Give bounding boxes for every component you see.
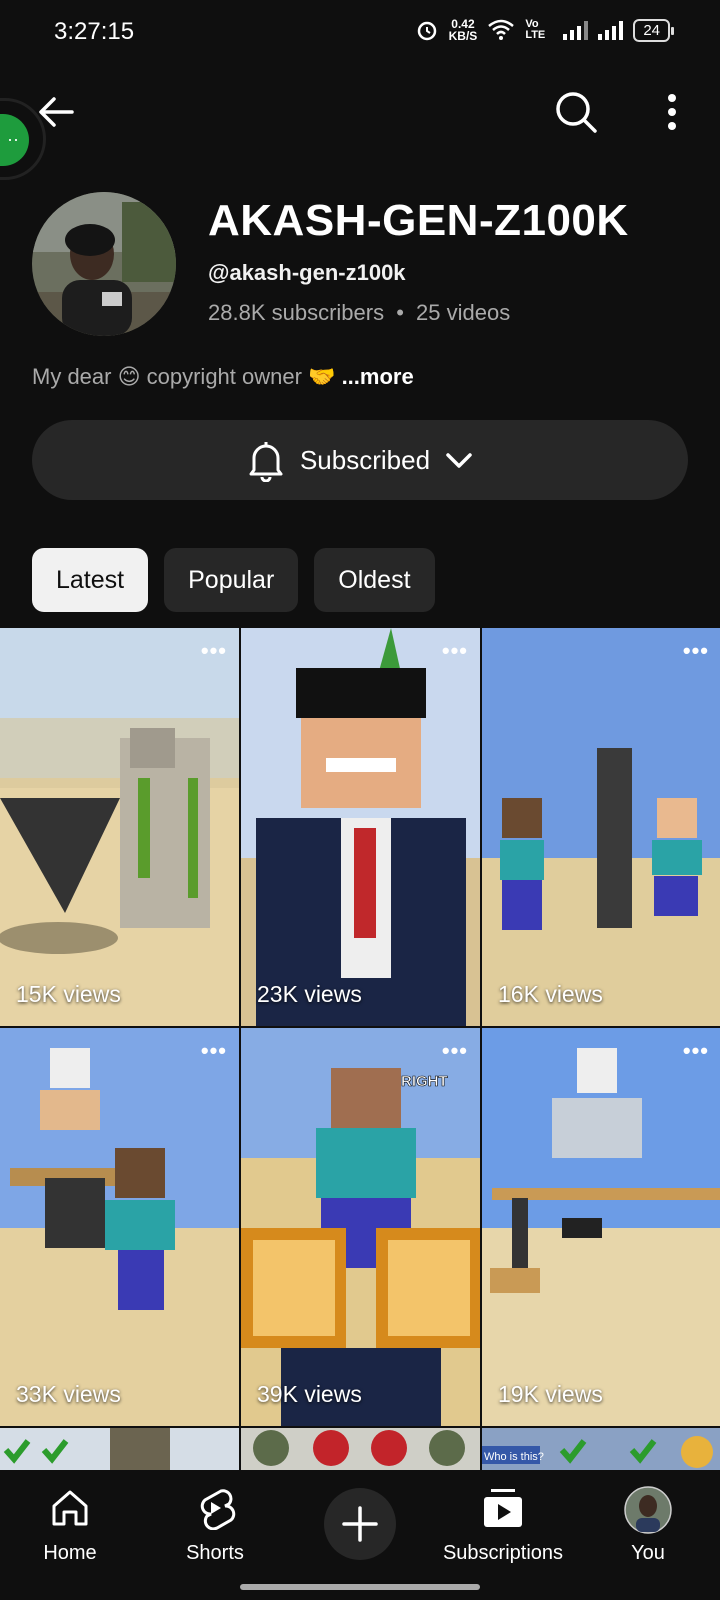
short-menu-icon[interactable]: ••• [683,1038,709,1064]
subscribed-button[interactable]: Subscribed [32,420,688,500]
chip-oldest[interactable]: Oldest [314,548,435,612]
chip-popular[interactable]: Popular [164,548,299,612]
short-menu-icon[interactable]: ••• [442,638,468,664]
description-text: My dear 😊 copyright owner 🤝 [32,364,336,389]
short-thumbnail [0,1028,239,1426]
channel-handle: @akash-gen-z100k [208,260,406,285]
plus-icon [342,1506,378,1542]
short-thumbnail [241,1428,480,1470]
short-menu-icon[interactable]: ••• [442,1038,468,1064]
nav-subscriptions[interactable]: Subscriptions [438,1486,568,1565]
nav-home-label: Home [43,1542,97,1564]
create-button[interactable] [324,1488,396,1560]
short-thumbnail [482,1028,720,1426]
search-icon[interactable] [552,88,600,136]
top-bar [0,80,720,144]
short-views: 33K views [16,1381,121,1407]
user-avatar-icon [624,1486,672,1534]
short-tile[interactable]: ••• 15K views [0,628,239,1026]
nav-home[interactable]: Home [40,1486,100,1565]
short-tile[interactable]: ••• 19K views [482,1028,720,1426]
short-tile[interactable]: RIGHT ••• 39K views [241,1028,480,1426]
wifi-icon [488,19,515,40]
short-thumbnail: Who is this? [482,1428,720,1470]
status-icons: 0.42 KB/S Vo LTE 24 [415,18,674,42]
network-speed: 0.42 KB/S [449,18,478,42]
alarm-icon [417,21,436,41]
bubble-dots: ·· [0,114,29,166]
subscriptions-icon [484,1489,522,1527]
short-views: 19K views [498,1381,603,1407]
net-speed-unit: KB/S [448,29,478,43]
short-thumbnail [0,1428,239,1470]
short-tile[interactable]: ••• 23K views [241,628,480,1026]
short-thumbnail [482,628,720,1026]
short-menu-icon[interactable]: ••• [683,638,709,664]
stats-separator: • [396,300,404,325]
more-options-icon[interactable] [648,88,696,136]
short-tile[interactable] [0,1428,239,1470]
right-sign-text: RIGHT [401,1073,448,1090]
sort-chips: Latest Popular Oldest [32,548,435,612]
chevron-down-icon [446,453,472,468]
bottom-nav: Home Shorts Subscriptions You [0,1470,720,1600]
channel-stats: 28.8K subscribers • 25 videos [208,300,510,326]
short-tile[interactable] [241,1428,480,1470]
short-menu-icon[interactable]: ••• [201,638,227,664]
nav-you-label: You [631,1542,665,1564]
nav-shorts-label: Shorts [186,1542,244,1564]
subscribed-label: Subscribed [299,444,431,475]
short-views: 39K views [257,1381,362,1407]
channel-description[interactable]: My dear 😊 copyright owner 🤝 ...more [32,364,414,390]
short-menu-icon[interactable]: ••• [201,1038,227,1064]
short-views: 16K views [498,981,603,1007]
signal-icon-2 [598,20,624,40]
status-time: 3:27:15 [54,18,135,45]
short-thumbnail: RIGHT [241,1028,480,1426]
bell-icon [249,442,283,482]
short-views: 15K views [16,981,121,1007]
who-is-this-text: Who is this? [484,1451,544,1463]
nav-shorts[interactable]: Shorts [180,1486,250,1565]
gesture-bar[interactable] [240,1584,480,1590]
nav-subscriptions-label: Subscriptions [442,1542,564,1564]
short-tile[interactable]: ••• 33K views [0,1028,239,1426]
video-count: 25 videos [416,300,511,325]
shorts-icon [200,1489,236,1531]
signal-icon-1 [563,20,589,40]
volte-label: Vo LTE [525,18,546,41]
status-bar: 3:27:15 0.42 KB/S Vo LTE 24 [0,0,720,66]
short-tile[interactable]: Who is this? [482,1428,720,1470]
channel-avatar[interactable] [32,192,176,336]
short-thumbnail [241,628,480,1026]
channel-name: AKASH-GEN-Z100K [208,196,629,245]
short-views: 23K views [257,981,362,1007]
short-tile[interactable]: ••• 16K views [482,628,720,1026]
home-icon [52,1490,88,1526]
short-thumbnail [0,628,239,1026]
subscriber-count: 28.8K subscribers [208,300,385,325]
more-link[interactable]: ...more [342,364,414,389]
battery-indicator: 24 [633,18,674,42]
nav-you[interactable]: You [618,1486,678,1565]
chip-latest[interactable]: Latest [32,548,149,612]
